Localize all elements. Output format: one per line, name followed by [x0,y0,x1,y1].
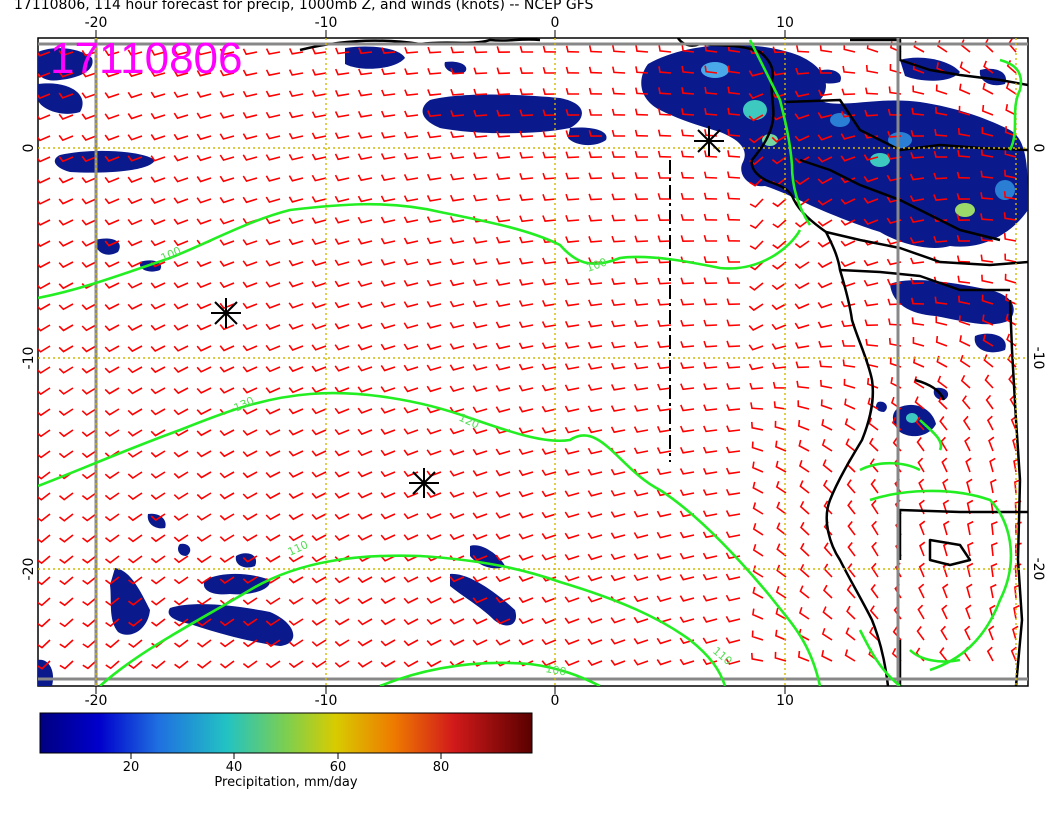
date-stamp: 17110806 [50,34,243,83]
bottom-tick--10: -10 [315,693,338,709]
forecast-map: 100 100 130 120 110 110 100 -20 -10 0 10… [21,15,1046,759]
colorbar-tick-60: 60 [329,760,347,775]
bottom-tick--20: -20 [85,693,108,709]
colorbar-tick-20: 20 [122,760,140,775]
right-tick--10: -10 [1030,347,1046,370]
colorbar-ticks [130,753,442,759]
top-tick--10: -10 [315,15,338,31]
marker-1 [211,298,241,328]
right-tick--20: -20 [1030,558,1046,581]
precip-colorbar [39,712,533,754]
marker-3 [694,126,724,156]
left-tick--20: -20 [21,558,37,581]
bottom-tick-0: 0 [551,693,560,709]
top-tick-0: 0 [551,15,560,31]
left-tick-0: 0 [21,144,37,153]
marker-2 [409,468,439,498]
bottom-tick-10: 10 [776,693,794,709]
top-tick--20: -20 [85,15,108,31]
right-tick-0: 0 [1030,144,1046,153]
colorbar-title: Precipitation, mm/day [214,775,358,790]
colorbar-tick-40: 40 [225,760,243,775]
top-tick-10: 10 [776,15,794,31]
colorbar-tick-80: 80 [432,760,450,775]
left-tick--10: -10 [21,347,37,370]
